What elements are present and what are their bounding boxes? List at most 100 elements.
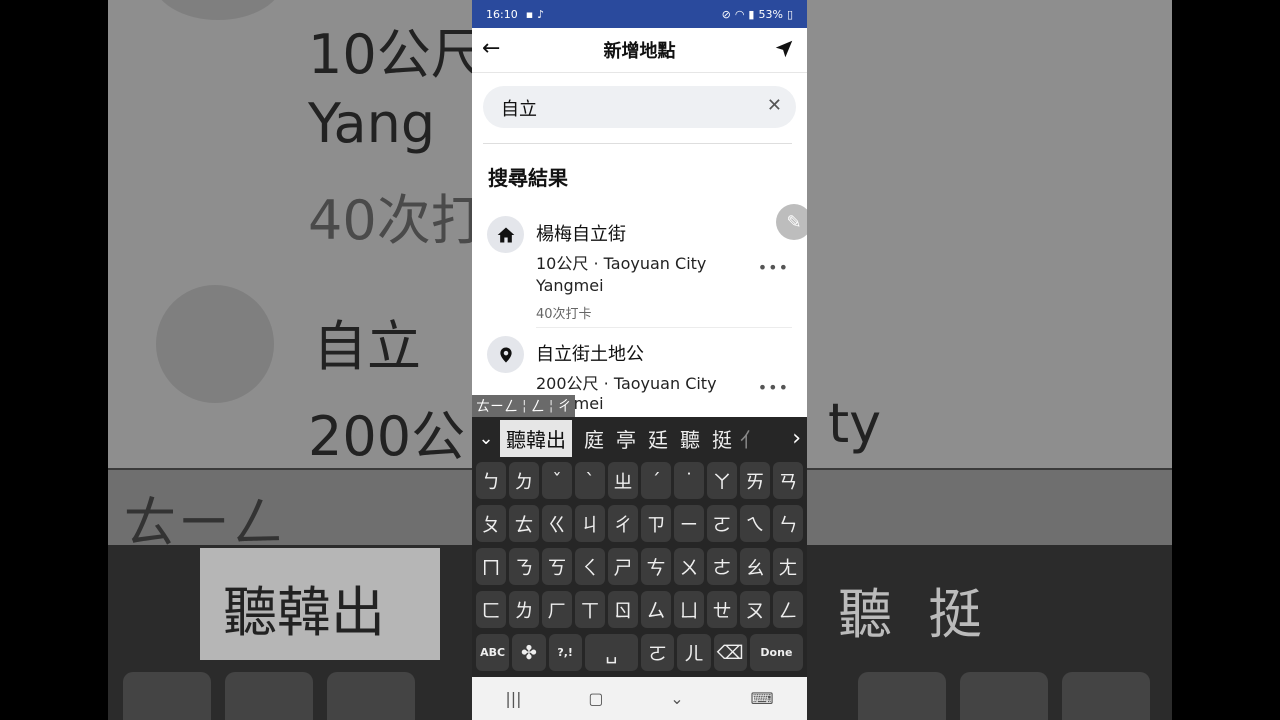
- key[interactable]: ㄦ: [677, 634, 711, 671]
- key[interactable]: ㄢ: [773, 462, 803, 499]
- backspace-icon[interactable]: ⌫: [713, 634, 747, 671]
- key[interactable]: ㄣ: [773, 505, 803, 542]
- background-text: 聽韓出: [223, 581, 385, 644]
- search-input[interactable]: [499, 95, 753, 121]
- candidate-selected[interactable]: 聽韓出: [500, 419, 572, 457]
- space-key[interactable]: ␣: [584, 634, 639, 671]
- chevron-right-icon[interactable]: ›: [792, 426, 801, 451]
- keyboard-icon[interactable]: ⌨: [750, 689, 773, 708]
- key[interactable]: ㄞ: [740, 462, 770, 499]
- key[interactable]: ㄊ: [509, 505, 539, 542]
- candidate[interactable]: 挺: [712, 424, 732, 453]
- search-box: ✕: [483, 86, 796, 128]
- result-checkins: 40次打卡: [536, 307, 592, 322]
- key[interactable]: ㄎ: [542, 548, 572, 585]
- key[interactable]: ㄍ: [542, 505, 572, 542]
- result-meta: 10公尺 · Taoyuan City: [536, 250, 706, 274]
- composition-separator: ¦: [522, 398, 527, 414]
- key[interactable]: ㄚ: [707, 462, 737, 499]
- key[interactable]: ㄅ: [476, 462, 506, 499]
- key[interactable]: ㄒ: [575, 591, 605, 628]
- key[interactable]: ㄇ: [476, 548, 506, 585]
- candidate[interactable]: 庭: [584, 424, 604, 453]
- background-text: 挺: [928, 583, 982, 646]
- back-arrow-icon[interactable]: ←: [482, 36, 500, 61]
- keyboard: ⌄ 聽韓出 庭 亭 廷 聽 挺 亻 › ㄅ ㄉ ˇ ˋ ㄓ ˊ ˙ ㄚ ㄞ ㄢ …: [472, 417, 807, 677]
- background-text: 40次打: [308, 189, 485, 252]
- abc-key[interactable]: ABC: [476, 634, 510, 671]
- key[interactable]: ㄛ: [641, 634, 675, 671]
- home-icon[interactable]: ▢: [588, 689, 603, 708]
- keyboard-row: ㄈ ㄌ ㄏ ㄒ ㄖ ㄙ ㄩ ㄝ ㄡ ㄥ: [472, 591, 807, 631]
- key[interactable]: ㄑ: [575, 548, 605, 585]
- keyboard-row: ㄅ ㄉ ˇ ˋ ㄓ ˊ ˙ ㄚ ㄞ ㄢ: [472, 462, 807, 502]
- key[interactable]: ㄨ: [674, 548, 704, 585]
- key[interactable]: ㄟ: [740, 505, 770, 542]
- key[interactable]: ㄔ: [608, 505, 638, 542]
- keyboard-row: ㄇ ㄋ ㄎ ㄑ ㄕ ㄘ ㄨ ㄜ ㄠ ㄤ: [472, 548, 807, 588]
- key[interactable]: ㄡ: [740, 591, 770, 628]
- key[interactable]: ㄓ: [608, 462, 638, 499]
- done-key[interactable]: Done: [749, 634, 804, 671]
- more-options-icon[interactable]: •••: [758, 258, 789, 277]
- pencil-icon: ✎: [786, 211, 802, 233]
- punctuation-key[interactable]: ?,!: [548, 634, 582, 671]
- key[interactable]: ㄆ: [476, 505, 506, 542]
- key[interactable]: ㄝ: [707, 591, 737, 628]
- background-circle: [156, 285, 274, 403]
- key[interactable]: ㄏ: [542, 591, 572, 628]
- keyboard-row: ABC ✤ ?,! ␣ ㄛ ㄦ ⌫ Done: [472, 634, 807, 674]
- key[interactable]: ㄜ: [707, 548, 737, 585]
- key[interactable]: ㄙ: [641, 591, 671, 628]
- section-title: 搜尋結果: [488, 166, 568, 190]
- composition-part: ㄔ: [557, 399, 572, 415]
- collapse-icon[interactable]: ⌄: [472, 428, 500, 449]
- background-text: 聽: [838, 583, 892, 646]
- key[interactable]: ㄛ: [707, 505, 737, 542]
- key[interactable]: ㄤ: [773, 548, 803, 585]
- key[interactable]: ㄌ: [509, 591, 539, 628]
- key[interactable]: ㄧ: [674, 505, 704, 542]
- key[interactable]: ㄠ: [740, 548, 770, 585]
- background-text: 200公: [308, 405, 466, 468]
- key[interactable]: ㄥ: [773, 591, 803, 628]
- candidate[interactable]: 廷: [648, 424, 668, 453]
- settings-pinwheel-icon[interactable]: ✤: [512, 634, 546, 671]
- result-separator: ·: [593, 254, 599, 273]
- result-distance: 200公尺: [536, 374, 599, 393]
- result-item[interactable]: 楊梅自立街 10公尺 · Taoyuan City Yangmei 40次打卡 …: [472, 216, 807, 326]
- key[interactable]: ㄈ: [476, 591, 506, 628]
- key[interactable]: ˙: [674, 462, 704, 499]
- key[interactable]: ㄉ: [509, 462, 539, 499]
- key[interactable]: ㄗ: [641, 505, 671, 542]
- key[interactable]: ㄕ: [608, 548, 638, 585]
- key[interactable]: ˇ: [542, 462, 572, 499]
- divider: [483, 143, 792, 144]
- camera-icon: ▪: [525, 7, 534, 21]
- clear-icon[interactable]: ✕: [767, 95, 782, 116]
- background-text: Yang: [308, 92, 436, 155]
- key[interactable]: ㄋ: [509, 548, 539, 585]
- status-time: 16:10: [486, 7, 518, 21]
- key[interactable]: ㄩ: [674, 591, 704, 628]
- key[interactable]: ㄐ: [575, 505, 605, 542]
- candidate[interactable]: 亭: [616, 424, 636, 453]
- result-district: Yangmei: [536, 276, 604, 295]
- candidate[interactable]: 亻: [740, 424, 760, 453]
- background-key: [858, 672, 946, 720]
- key[interactable]: ㄘ: [641, 548, 671, 585]
- key[interactable]: ˊ: [641, 462, 671, 499]
- result-name: 楊梅自立街: [536, 224, 626, 245]
- more-options-icon[interactable]: •••: [758, 378, 789, 397]
- result-meta: 200公尺 · Taoyuan City: [536, 370, 717, 394]
- house-icon: [487, 216, 524, 253]
- background-key: [225, 672, 313, 720]
- key[interactable]: ㄖ: [608, 591, 638, 628]
- recent-apps-icon[interactable]: |||: [505, 689, 521, 708]
- edit-button[interactable]: ✎: [776, 204, 807, 240]
- key[interactable]: ˋ: [575, 462, 605, 499]
- navigation-arrow-icon[interactable]: [773, 38, 795, 64]
- candidate[interactable]: 聽: [680, 424, 700, 453]
- back-chevron-icon[interactable]: ⌄: [670, 689, 683, 708]
- app-bar: ← 新增地點: [472, 28, 807, 73]
